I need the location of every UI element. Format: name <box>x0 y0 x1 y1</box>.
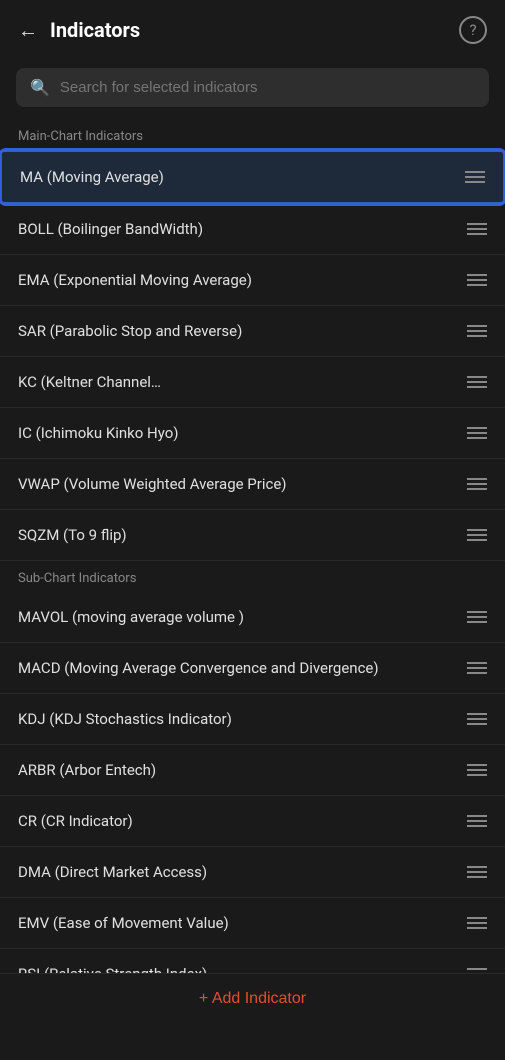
indicator-name-sar: SAR (Parabolic Stop and Reverse) <box>18 322 457 340</box>
list-item: KDJ (KDJ Stochastics Indicator) <box>0 694 505 745</box>
page-title: Indicators <box>50 18 140 42</box>
search-bar[interactable]: 🔍 <box>16 68 489 107</box>
indicator-item-macd[interactable]: MACD (Moving Average Convergence and Div… <box>0 643 505 694</box>
list-item: CR (CR Indicator) <box>0 796 505 847</box>
indicator-item-sqzm[interactable]: SQZM (To 9 flip) <box>0 510 505 561</box>
indicator-item-ema[interactable]: EMA (Exponential Moving Average) <box>0 255 505 306</box>
list-item: MA (Moving Average) <box>0 150 505 204</box>
drag-handle-arbr[interactable] <box>457 764 487 776</box>
back-button[interactable]: ← <box>18 18 38 43</box>
add-indicator-button[interactable]: + Add Indicator <box>199 990 306 1008</box>
header: ← Indicators ? <box>0 0 505 60</box>
indicator-name-boll: BOLL (Boilinger BandWidth) <box>18 220 457 238</box>
list-item: MACD (Moving Average Convergence and Div… <box>0 643 505 694</box>
drag-handle-ma[interactable] <box>455 171 485 183</box>
list-item: BOLL (Boilinger BandWidth) <box>0 204 505 255</box>
list-item: EMV (Ease of Movement Value) <box>0 898 505 949</box>
drag-handle-ic[interactable] <box>457 427 487 439</box>
indicator-name-ema: EMA (Exponential Moving Average) <box>18 271 457 289</box>
drag-handle-boll[interactable] <box>457 223 487 235</box>
list-item: KC (Keltner Channel… <box>0 357 505 408</box>
indicator-name-macd: MACD (Moving Average Convergence and Div… <box>18 659 457 677</box>
drag-handle-kdj[interactable] <box>457 713 487 725</box>
indicator-item-cr[interactable]: CR (CR Indicator) <box>0 796 505 847</box>
list-item: SAR (Parabolic Stop and Reverse) <box>0 306 505 357</box>
indicator-item-ic[interactable]: IC (Ichimoku Kinko Hyo) <box>0 408 505 459</box>
drag-handle-vwap[interactable] <box>457 478 487 490</box>
list-item: EMA (Exponential Moving Average) <box>0 255 505 306</box>
list-item: VWAP (Volume Weighted Average Price) <box>0 459 505 510</box>
indicator-name-ma: MA (Moving Average) <box>20 168 455 186</box>
drag-handle-emv[interactable] <box>457 917 487 929</box>
indicator-item-arbr[interactable]: ARBR (Arbor Entech) <box>0 745 505 796</box>
drag-handle-sqzm[interactable] <box>457 529 487 541</box>
indicator-item-sar[interactable]: SAR (Parabolic Stop and Reverse) <box>0 306 505 357</box>
search-icon: 🔍 <box>30 78 50 97</box>
indicator-item-boll[interactable]: BOLL (Boilinger BandWidth) <box>0 204 505 255</box>
indicator-name-kc: KC (Keltner Channel… <box>18 373 457 391</box>
content-area: Main-Chart Indicators MA (Moving Average)… <box>0 119 505 1060</box>
indicator-item-dma[interactable]: DMA (Direct Market Access) <box>0 847 505 898</box>
drag-handle-dma[interactable] <box>457 866 487 878</box>
list-item: DMA (Direct Market Access) <box>0 847 505 898</box>
help-button[interactable]: ? <box>459 16 487 44</box>
drag-handle-kc[interactable] <box>457 376 487 388</box>
drag-handle-mavol[interactable] <box>457 611 487 623</box>
list-item: SQZM (To 9 flip) <box>0 510 505 561</box>
indicator-name-arbr: ARBR (Arbor Entech) <box>18 761 457 779</box>
add-indicator-bar: + Add Indicator <box>0 973 505 1024</box>
indicator-name-ic: IC (Ichimoku Kinko Hyo) <box>18 424 457 442</box>
indicator-name-kdj: KDJ (KDJ Stochastics Indicator) <box>18 710 457 728</box>
list-item: ARBR (Arbor Entech) <box>0 745 505 796</box>
indicator-name-cr: CR (CR Indicator) <box>18 812 457 830</box>
indicator-item-vwap[interactable]: VWAP (Volume Weighted Average Price) <box>0 459 505 510</box>
search-input[interactable] <box>60 79 475 96</box>
indicator-item-mavol[interactable]: MAVOL (moving average volume ) <box>0 592 505 643</box>
help-icon: ? <box>469 21 476 39</box>
indicator-item-ma[interactable]: MA (Moving Average) <box>0 150 505 204</box>
indicator-name-vwap: VWAP (Volume Weighted Average Price) <box>18 475 457 493</box>
indicator-item-kdj[interactable]: KDJ (KDJ Stochastics Indicator) <box>0 694 505 745</box>
indicator-item-kc[interactable]: KC (Keltner Channel… <box>0 357 505 408</box>
section-label-0: Main-Chart Indicators <box>0 119 505 150</box>
indicator-name-mavol: MAVOL (moving average volume ) <box>18 608 457 626</box>
section-label-1: Sub-Chart Indicators <box>0 561 505 592</box>
drag-handle-ema[interactable] <box>457 274 487 286</box>
drag-handle-macd[interactable] <box>457 662 487 674</box>
indicator-name-emv: EMV (Ease of Movement Value) <box>18 914 457 932</box>
indicator-item-emv[interactable]: EMV (Ease of Movement Value) <box>0 898 505 949</box>
list-item: MAVOL (moving average volume ) <box>0 592 505 643</box>
indicator-name-sqzm: SQZM (To 9 flip) <box>18 526 457 544</box>
drag-handle-cr[interactable] <box>457 815 487 827</box>
list-item: IC (Ichimoku Kinko Hyo) <box>0 408 505 459</box>
indicator-name-dma: DMA (Direct Market Access) <box>18 863 457 881</box>
drag-handle-sar[interactable] <box>457 325 487 337</box>
